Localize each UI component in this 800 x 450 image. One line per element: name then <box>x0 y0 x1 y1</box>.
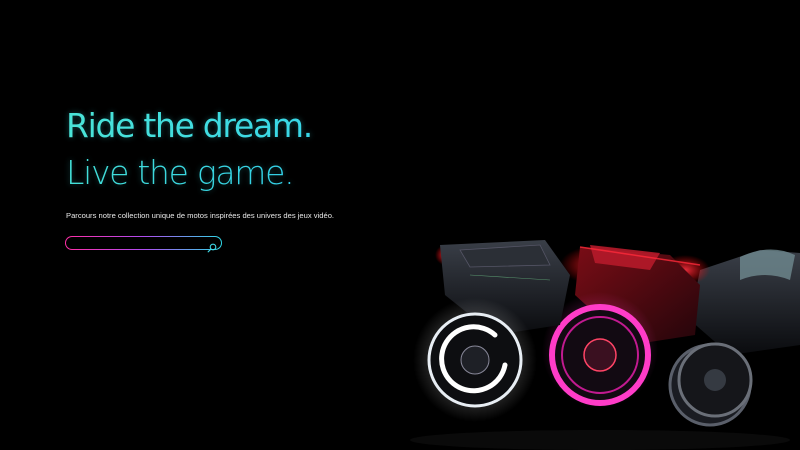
motorcycles-illustration <box>410 240 800 450</box>
headline-line-2: Live the game. <box>66 153 426 193</box>
headline-line-1: Ride the dream. <box>66 106 426 146</box>
headline-line-1-text: Ride the dream. <box>66 106 313 145</box>
landing-page: Ride the dream. Live the game. Parcours … <box>0 0 800 450</box>
tagline: Parcours notre collection unique de moto… <box>66 211 335 220</box>
search-input[interactable] <box>72 237 202 249</box>
hero-motorcycles-image <box>400 225 800 450</box>
search-bar-inner <box>66 237 221 253</box>
headline-line-2-text: Live the game. <box>66 153 295 192</box>
search-bar[interactable] <box>65 236 222 253</box>
search-icon[interactable] <box>207 238 217 253</box>
hero-text-block: Ride the dream. Live the game. Parcours … <box>66 106 426 220</box>
